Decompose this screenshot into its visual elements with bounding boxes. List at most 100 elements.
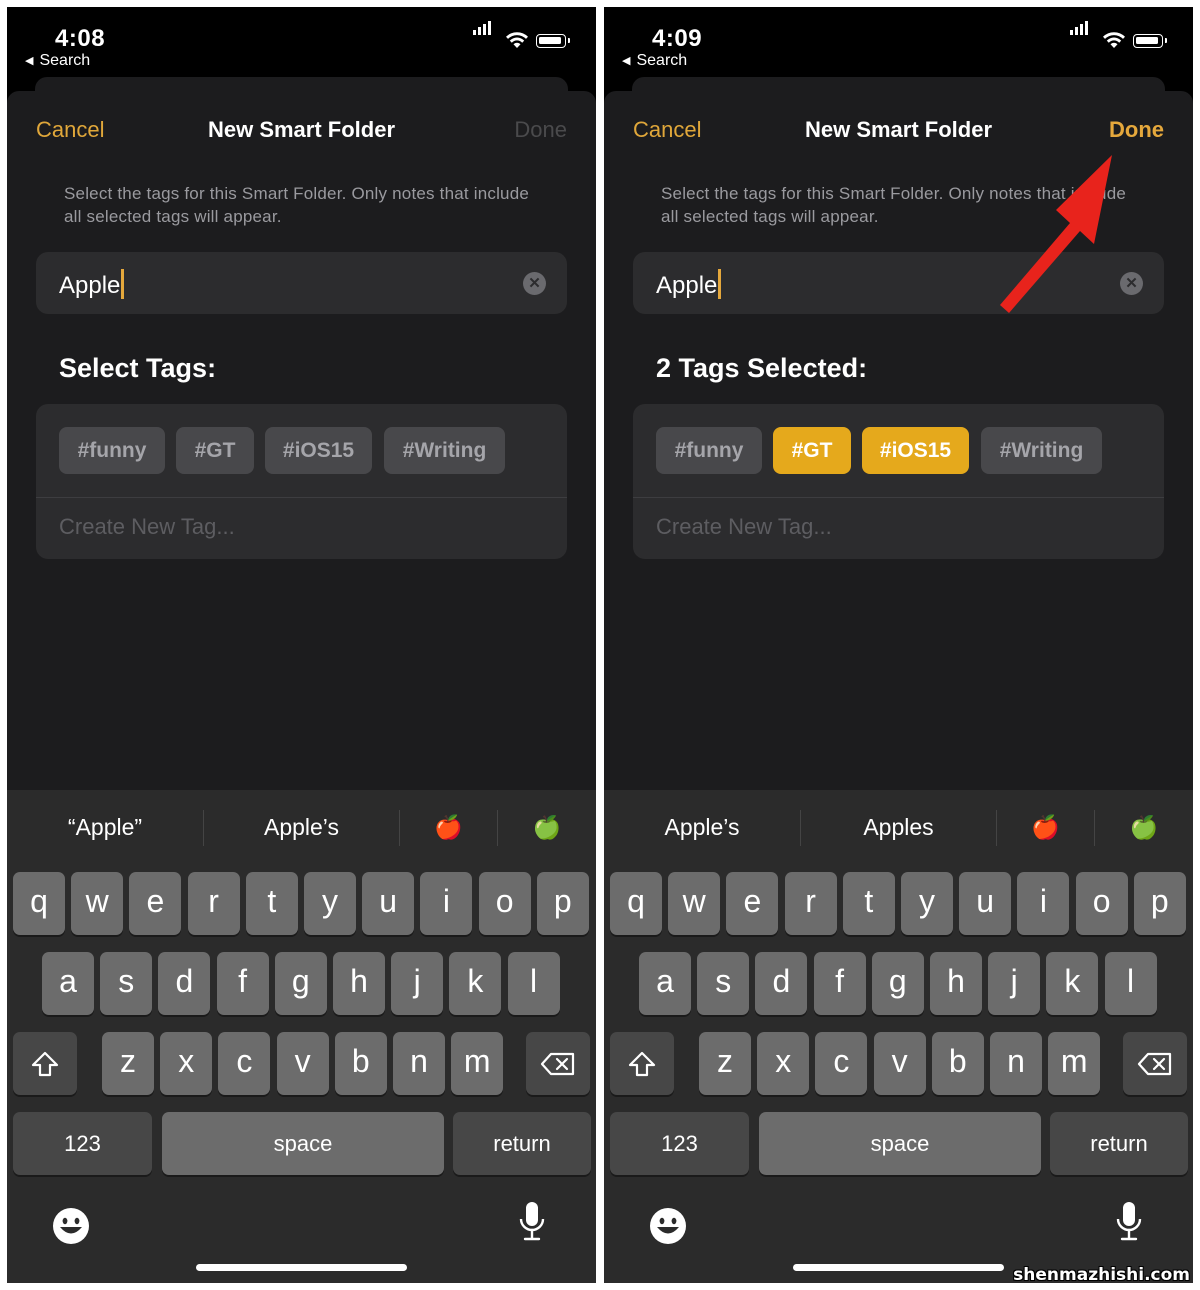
key-label: b — [351, 1043, 370, 1079]
key-c[interactable]: c — [815, 1032, 868, 1095]
suggestion-1[interactable]: Apple’s — [604, 810, 800, 845]
return-key[interactable]: return — [1050, 1112, 1188, 1175]
key-e[interactable]: e — [129, 872, 182, 935]
keyboard: Apple’s Apples 🍎 🍏 q w e r t y u i o p a s d f g h j k l z x… — [604, 790, 1193, 1283]
delete-key[interactable] — [1123, 1032, 1187, 1095]
key-g[interactable]: g — [871, 952, 924, 1015]
key-k[interactable]: k — [449, 952, 502, 1015]
tag-ios15[interactable]: #iOS15 — [862, 427, 969, 474]
key-label: w — [682, 883, 706, 919]
key-v[interactable]: v — [276, 1032, 329, 1095]
tag-gt[interactable]: #GT — [176, 427, 254, 474]
key-r[interactable]: r — [187, 872, 240, 935]
tag-gt[interactable]: #GT — [773, 427, 851, 474]
key-u[interactable]: u — [959, 872, 1012, 935]
microphone-icon[interactable] — [518, 1201, 546, 1243]
key-b[interactable]: b — [931, 1032, 984, 1095]
red-apple-emoji-suggestion[interactable]: 🍎 — [400, 810, 497, 845]
key-w[interactable]: w — [668, 872, 721, 935]
emoji-icon[interactable] — [648, 1206, 688, 1246]
key-f[interactable]: f — [216, 952, 269, 1015]
key-w[interactable]: w — [71, 872, 124, 935]
key-l[interactable]: l — [1104, 952, 1157, 1015]
key-c[interactable]: c — [218, 1032, 271, 1095]
key-label: e — [743, 883, 762, 919]
suggestion-2[interactable]: Apples — [801, 810, 996, 845]
key-o[interactable]: o — [478, 872, 531, 935]
suggestion-1[interactable]: “Apple” — [7, 810, 203, 845]
back-to-search-link[interactable]: ◀ Search — [25, 52, 90, 70]
red-apple-emoji-suggestion[interactable]: 🍎 — [997, 810, 1094, 845]
key-h[interactable]: h — [333, 952, 385, 1015]
key-x[interactable]: x — [757, 1032, 810, 1095]
space-key-label: space — [870, 1131, 930, 1156]
create-new-tag-field[interactable]: Create New Tag... — [59, 514, 235, 540]
key-label: u — [976, 883, 995, 919]
key-h[interactable]: h — [930, 952, 982, 1015]
shift-key[interactable] — [13, 1032, 77, 1095]
key-label: g — [888, 963, 907, 999]
tag-writing[interactable]: #Writing — [384, 427, 505, 474]
key-z[interactable]: z — [102, 1032, 154, 1095]
key-label: y — [322, 883, 338, 919]
key-t[interactable]: t — [245, 872, 298, 935]
key-j[interactable]: j — [391, 952, 444, 1015]
key-u[interactable]: u — [362, 872, 415, 935]
key-r[interactable]: r — [784, 872, 837, 935]
key-q[interactable]: q — [610, 872, 662, 935]
key-m[interactable]: m — [451, 1032, 504, 1095]
tag-ios15[interactable]: #iOS15 — [265, 427, 372, 474]
microphone-icon[interactable] — [1115, 1201, 1143, 1243]
key-q[interactable]: q — [13, 872, 65, 935]
key-n[interactable]: n — [990, 1032, 1042, 1095]
key-o[interactable]: o — [1075, 872, 1128, 935]
key-p[interactable]: p — [536, 872, 589, 935]
tag-writing[interactable]: #Writing — [981, 427, 1102, 474]
key-label: t — [864, 883, 874, 919]
key-s[interactable]: s — [697, 952, 750, 1015]
key-p[interactable]: p — [1133, 872, 1186, 935]
suggestion-2[interactable]: Apple’s — [204, 810, 399, 845]
key-g[interactable]: g — [274, 952, 327, 1015]
key-e[interactable]: e — [726, 872, 779, 935]
green-apple-emoji-suggestion[interactable]: 🍏 — [1095, 810, 1193, 845]
create-new-tag-field[interactable]: Create New Tag... — [656, 514, 832, 540]
clear-icon[interactable]: ✕ — [523, 272, 546, 295]
key-a[interactable]: a — [42, 952, 94, 1015]
search-input-value[interactable]: Apple — [59, 272, 120, 299]
key-y[interactable]: y — [901, 872, 953, 935]
return-key-label: return — [1090, 1131, 1148, 1156]
key-j[interactable]: j — [988, 952, 1041, 1015]
key-b[interactable]: b — [334, 1032, 387, 1095]
green-apple-emoji-suggestion[interactable]: 🍏 — [498, 810, 596, 845]
key-d[interactable]: d — [755, 952, 808, 1015]
shift-key[interactable] — [610, 1032, 674, 1095]
return-key[interactable]: return — [453, 1112, 591, 1175]
key-a[interactable]: a — [639, 952, 691, 1015]
tag-search-field[interactable]: Apple ✕ — [36, 252, 567, 314]
key-s[interactable]: s — [100, 952, 153, 1015]
key-n[interactable]: n — [393, 1032, 445, 1095]
key-x[interactable]: x — [160, 1032, 213, 1095]
space-key[interactable]: space — [759, 1112, 1041, 1175]
key-z[interactable]: z — [699, 1032, 751, 1095]
tag-funny[interactable]: #funny — [59, 427, 165, 474]
key-l[interactable]: l — [507, 952, 560, 1015]
key-k[interactable]: k — [1046, 952, 1099, 1015]
tag-funny[interactable]: #funny — [656, 427, 762, 474]
key-y[interactable]: y — [304, 872, 356, 935]
done-button[interactable]: Done — [514, 117, 567, 143]
emoji-icon[interactable] — [51, 1206, 91, 1246]
key-m[interactable]: m — [1048, 1032, 1101, 1095]
numbers-key[interactable]: 123 — [610, 1112, 749, 1175]
divider — [633, 497, 1164, 498]
key-d[interactable]: d — [158, 952, 211, 1015]
key-f[interactable]: f — [813, 952, 866, 1015]
space-key[interactable]: space — [162, 1112, 444, 1175]
key-i[interactable]: i — [420, 872, 473, 935]
key-t[interactable]: t — [842, 872, 895, 935]
numbers-key[interactable]: 123 — [13, 1112, 152, 1175]
delete-key[interactable] — [526, 1032, 590, 1095]
key-v[interactable]: v — [873, 1032, 926, 1095]
key-i[interactable]: i — [1017, 872, 1070, 935]
